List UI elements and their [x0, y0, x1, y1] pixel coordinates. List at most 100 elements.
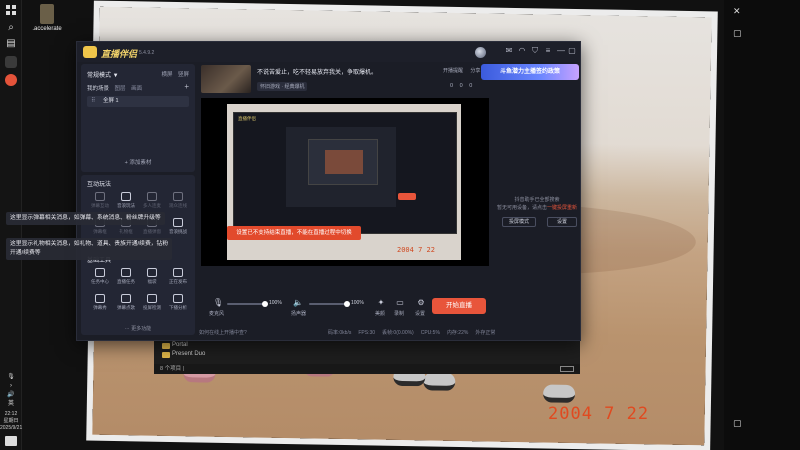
room-category-tag[interactable]: 怀旧游戏 · 经典爆机 — [257, 82, 308, 91]
beauty-icon[interactable]: ✦ — [376, 298, 386, 308]
task-view-icon[interactable]: ▤ — [5, 38, 17, 50]
explorer-status-bar: 8 个项目 | — [154, 364, 580, 374]
speaker-slider-knob[interactable] — [344, 301, 350, 307]
desktop-icon-accelerate[interactable]: .accelerate — [30, 4, 64, 32]
basic-tool-2[interactable]: 福袋 — [139, 267, 165, 289]
app-icon-live[interactable] — [5, 74, 17, 86]
chat-icon[interactable]: ✉ — [504, 46, 514, 56]
microphone-icon[interactable]: 🎙 — [0, 373, 22, 382]
scene-header: 我的场景 图层 画面 — [87, 84, 142, 92]
tool-label: 弹幕秀 — [93, 305, 107, 310]
basic-tool-1[interactable]: 直播任务 — [113, 267, 139, 289]
app-title: 直播伴侣 — [101, 49, 138, 59]
system-tray: 🎙 › 🔊 英 22:12 星期日 2025/9/21 — [0, 373, 22, 450]
projection-mode-button[interactable]: 投屏模式 — [502, 217, 536, 227]
basic-tool-5[interactable]: 弹幕点歌 — [113, 293, 139, 315]
mic-volume-slider[interactable] — [227, 301, 268, 307]
status-metric: 外存正常 — [475, 330, 496, 336]
share-link[interactable]: 分享 — [470, 68, 480, 74]
room-stats: 0 0 0 — [445, 83, 472, 89]
interact-tool-1[interactable]: 音浪玩法 — [113, 191, 139, 213]
speaker-volume-slider[interactable] — [309, 301, 350, 307]
folder-row[interactable]: Portal — [154, 341, 580, 350]
mode-selector[interactable]: 常规模式 ▼ — [87, 70, 119, 79]
shirt-icon[interactable]: ⛉ — [530, 46, 540, 56]
tool-icon — [173, 268, 183, 277]
basic-tool-0[interactable]: 任务中心 — [87, 267, 113, 289]
scene-panel: 常规模式 ▼ 横屏 竖屏 我的场景 图层 画面 + 全屏 1 + 添加素材 — [81, 64, 195, 172]
avatar[interactable] — [475, 47, 486, 58]
minimize-icon[interactable]: — — [556, 46, 566, 56]
start-live-button[interactable]: 开始直播 — [432, 298, 486, 314]
tool-label: 音浪挑战 — [169, 229, 187, 234]
settings-icon[interactable]: ⚙ — [416, 298, 426, 308]
gift-tooltip-line-2: 开通/续费等 — [10, 250, 41, 256]
record-icon[interactable]: ▭ — [395, 298, 405, 308]
clock[interactable]: 22:12 星期日 2025/9/21 — [0, 411, 22, 432]
close-icon[interactable] — [578, 46, 582, 56]
projection-settings-button[interactable]: 设置 — [547, 217, 577, 227]
speaker-icon[interactable]: 🔈 — [293, 298, 303, 308]
nested-preview: 直播伴侣 — [233, 112, 457, 234]
interact-tool-3[interactable]: 观众连线 — [165, 191, 191, 213]
tool-label: 直播弹窗 — [143, 229, 161, 234]
chevron-up-icon[interactable]: › — [0, 382, 22, 391]
tool-icon — [95, 192, 105, 201]
headset-icon[interactable]: ◠ — [517, 46, 527, 56]
tool-label: 弹幕互动 — [91, 203, 109, 208]
warning-banner: 设置已不支持结束直播，不能在直播过程中切换 — [227, 226, 361, 240]
stream-preview[interactable]: 直播伴侣 2004 7 22 — [201, 98, 489, 266]
search-icon[interactable]: ⌕ — [5, 22, 17, 34]
restore-icon[interactable]: ▢ — [733, 28, 742, 39]
volume-icon[interactable]: 🔊 — [0, 391, 22, 400]
basic-tool-6[interactable]: 投屏检测 — [139, 293, 165, 315]
projection-link[interactable]: 一键投屏 — [547, 205, 567, 211]
portrait-option[interactable]: 竖屏 — [178, 72, 189, 78]
mic-label: 麦克风 — [209, 311, 225, 317]
room-cover-thumbnail[interactable] — [201, 65, 251, 93]
tool-label: 福袋 — [147, 279, 157, 284]
basic-tool-4[interactable]: 弹幕秀 — [87, 293, 113, 315]
preview-date-stamp: 2004 7 22 — [397, 246, 435, 254]
basic-tool-7[interactable]: 下播分析 — [165, 293, 191, 315]
restore-icon-bottom[interactable]: ▢ — [733, 418, 742, 429]
scene-tab-screen[interactable]: 画面 — [131, 86, 142, 92]
status-metrics: 码率:0kb/s FPS:30 丢帧:0(0.00%) CPU:5% 内存:22% 外存正… — [321, 328, 495, 338]
promo-banner[interactable]: 斗鱼潜力主播签约政策 — [481, 64, 579, 80]
status-metric: FPS:30 — [358, 330, 376, 336]
folder-row[interactable]: Present Duo — [154, 350, 580, 359]
basic-tool-3[interactable]: 正在发布 — [165, 267, 191, 289]
view-toggle-icon[interactable] — [560, 366, 574, 372]
gift-tooltip: 这里显示礼物相关消息，如礼物、道具、贵族开通/续费，钻粉 开通/续费等 — [6, 238, 173, 260]
clock-time: 22:12 — [4, 411, 18, 417]
status-metric: CPU:5% — [420, 330, 440, 336]
live-companion-window: 直播伴侣 5.4.9.2 ✉ ◠ ⛉ ≡ — ▢ 常规模式 ▼ 横屏 竖屏 我的… — [76, 41, 581, 341]
tool-label: 投屏检测 — [143, 305, 161, 310]
status-hint[interactable]: 如何在线上开播中查? — [199, 330, 247, 336]
tool-label: 弹幕框 — [93, 229, 107, 234]
close-icon[interactable]: ✕ — [733, 6, 741, 17]
interact-tool-0[interactable]: 弹幕互动 — [87, 191, 113, 213]
tool-icon — [147, 294, 157, 303]
add-material-button[interactable]: + 添加素材 — [81, 158, 195, 166]
start-button[interactable] — [5, 5, 17, 17]
scene-tab-layers[interactable]: 图层 — [115, 86, 126, 92]
maximize-icon[interactable]: ▢ — [567, 46, 577, 56]
room-title[interactable]: 不说苦爱止，吃不轻易放弃我关，争取爆机。 — [257, 67, 377, 76]
record-label: 录制 — [394, 311, 405, 317]
projection-retry-link[interactable]: 重新 — [567, 205, 577, 211]
notification-icon[interactable] — [5, 436, 17, 446]
microphone-icon[interactable]: 🎙 — [213, 298, 223, 308]
interact-tool-2[interactable]: 多人连麦 — [139, 191, 165, 213]
add-scene-button[interactable]: + — [184, 82, 189, 91]
input-language[interactable]: 英 — [0, 400, 22, 409]
scene-item[interactable]: 全屏 1 — [87, 96, 189, 107]
more-functions-button[interactable]: ⋯ 更多功能 — [81, 325, 195, 332]
app-icon-explorer[interactable] — [5, 56, 17, 68]
menu-icon[interactable]: ≡ — [543, 46, 553, 56]
orientation-toggle: 横屏 竖屏 — [157, 70, 189, 78]
landscape-option[interactable]: 横屏 — [161, 72, 172, 78]
interact-tool-7[interactable]: 音浪挑战 — [165, 217, 191, 239]
live-reminder-link[interactable]: 开播提醒 — [443, 68, 463, 74]
mic-slider-knob[interactable] — [262, 301, 268, 307]
